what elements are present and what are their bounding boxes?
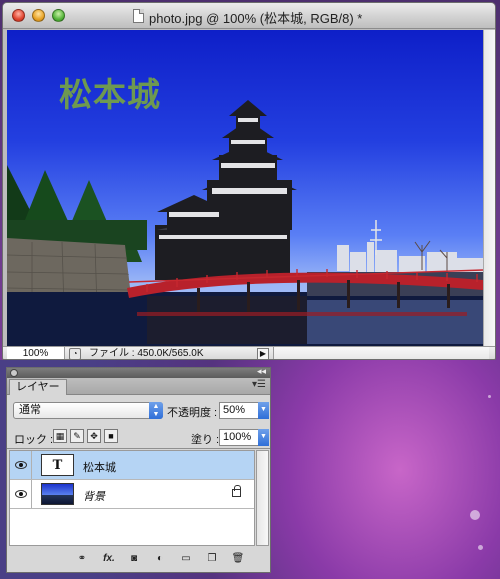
panel-titlebar[interactable]: ◂◂: [7, 366, 270, 378]
document-title: photo.jpg @ 100% (松本城, RGB/8) *: [149, 11, 363, 26]
image-canvas[interactable]: 松本城: [7, 30, 484, 346]
status-bar: 100% ◔ ファイル : 450.0K/565.0K ▶: [3, 346, 495, 359]
zoom-button[interactable]: [52, 9, 65, 22]
layers-panel: ◂◂ レイヤー ▾☰ 通常 ▲ ▼ 不透明度 : 50% ▼ ロック : ▦ ✎ …: [6, 366, 271, 573]
layer-name[interactable]: 背景: [83, 488, 105, 504]
background-layer-thumbnail: [41, 483, 74, 505]
link-icon[interactable]: ⚭: [75, 552, 89, 566]
lock-all-icon[interactable]: ■: [104, 429, 118, 443]
lock-move-icon[interactable]: ✥: [87, 429, 101, 443]
panel-menu-icon[interactable]: ▾☰: [252, 379, 266, 390]
minimize-button[interactable]: [32, 9, 45, 22]
opacity-dropdown-icon[interactable]: ▼: [258, 402, 269, 419]
eye-icon: [15, 490, 27, 498]
eye-icon: [15, 461, 27, 469]
panel-divider: [7, 448, 270, 449]
fill-value: 100%: [223, 431, 252, 443]
layer-list: T 松本城 背景: [9, 450, 255, 546]
blend-mode-value: 通常: [19, 404, 41, 416]
layer-lock-icon: [232, 485, 241, 497]
fill-field[interactable]: 100% ▼: [219, 429, 269, 446]
layer-row[interactable]: 背景: [10, 480, 254, 509]
horizontal-scrollbar[interactable]: [273, 347, 489, 359]
layer-name[interactable]: 松本城: [83, 459, 116, 475]
group-folder-icon[interactable]: ▭: [179, 552, 193, 566]
new-layer-icon[interactable]: ❐: [205, 552, 219, 566]
visibility-toggle[interactable]: [10, 480, 32, 508]
document-window: photo.jpg @ 100% (松本城, RGB/8) * 松本城 100%…: [2, 2, 496, 360]
castle-title-text: 松本城: [59, 75, 161, 114]
fill-label: 塗り :: [191, 434, 220, 446]
layer-list-scrollbar[interactable]: [256, 450, 269, 546]
panel-tabbar: レイヤー ▾☰: [7, 378, 270, 395]
bridge-reflection: [137, 312, 467, 316]
document-icon: [133, 9, 144, 23]
opacity-value: 50%: [223, 404, 246, 416]
status-menu-arrow-icon[interactable]: ▶: [257, 348, 269, 359]
status-info-icon[interactable]: ◔: [69, 348, 81, 359]
lock-transparent-icon[interactable]: ▦: [53, 429, 67, 443]
fx-icon[interactable]: fx.: [99, 552, 119, 566]
desktop-bokeh: [488, 395, 491, 398]
opacity-field[interactable]: 50% ▼: [219, 402, 269, 419]
vertical-scrollbar[interactable]: [483, 30, 495, 346]
document-titlebar[interactable]: photo.jpg @ 100% (松本城, RGB/8) *: [3, 3, 495, 29]
select-arrows-icon: ▲ ▼: [149, 402, 163, 419]
file-size-info: ファイル : 450.0K/565.0K: [89, 348, 204, 359]
fill-dropdown-icon[interactable]: ▼: [258, 429, 269, 446]
zoom-level-field[interactable]: 100%: [7, 347, 65, 359]
adjustment-icon[interactable]: ◐: [153, 552, 167, 566]
close-button[interactable]: [12, 9, 25, 22]
visibility-toggle[interactable]: [10, 451, 32, 479]
distant-buildings: [337, 242, 484, 272]
layer-row[interactable]: T 松本城: [10, 451, 254, 480]
lock-paint-icon[interactable]: ✎: [70, 429, 84, 443]
lock-label: ロック :: [14, 434, 54, 446]
water-reflection: [147, 296, 307, 344]
tab-layers[interactable]: レイヤー: [9, 379, 67, 395]
trash-icon[interactable]: 🗑: [231, 552, 245, 566]
opacity-label: 不透明度 :: [167, 407, 218, 419]
desktop-bokeh: [470, 510, 480, 520]
panel-collapse-icon[interactable]: ◂◂: [257, 366, 266, 377]
water-reflection-light: [307, 300, 484, 344]
desktop-bokeh: [478, 545, 483, 550]
blend-mode-select[interactable]: 通常 ▲ ▼: [13, 402, 163, 419]
type-layer-thumbnail: T: [41, 454, 74, 476]
panel-footer: ⚭ fx. ◙ ◐ ▭ ❐ 🗑: [7, 548, 270, 572]
panel-close-button[interactable]: [10, 369, 18, 377]
mask-icon[interactable]: ◙: [127, 552, 141, 566]
